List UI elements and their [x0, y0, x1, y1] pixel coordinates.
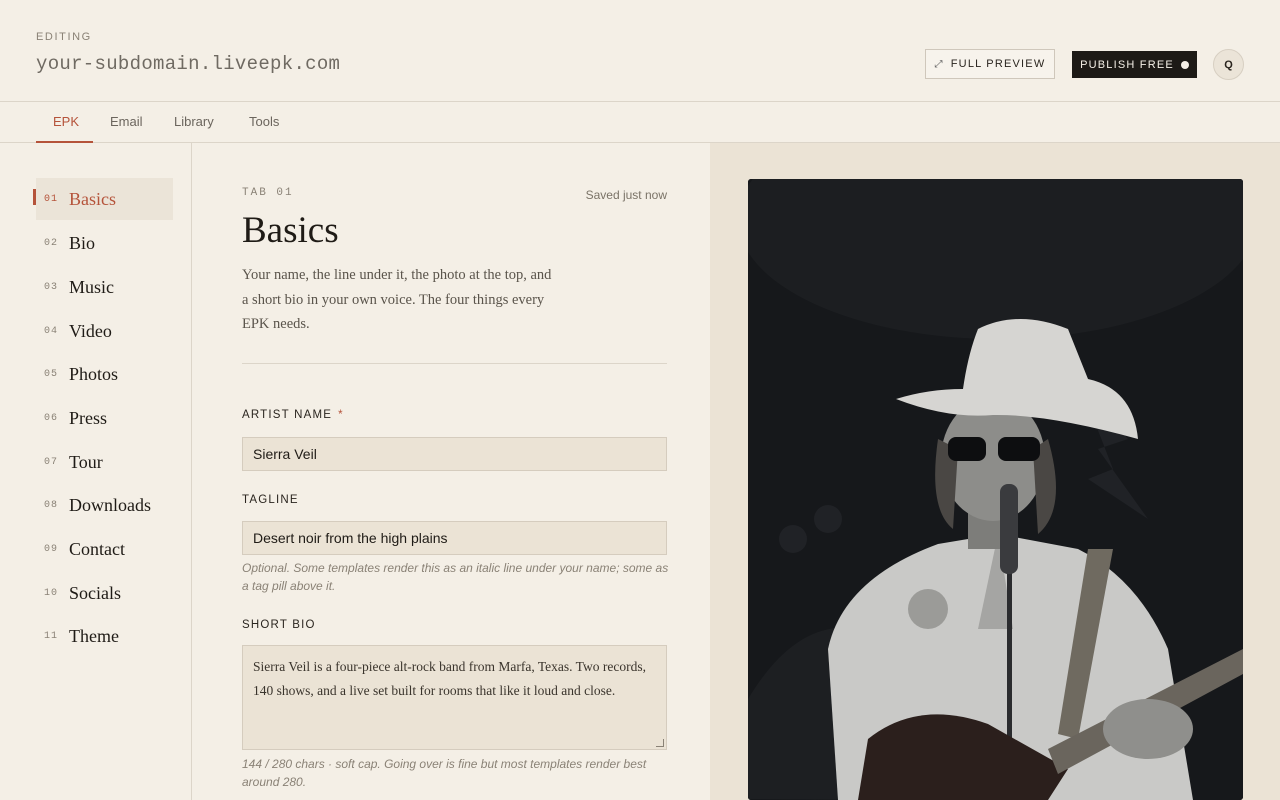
sidebar-item-label: Music — [69, 276, 114, 297]
artist-name-label-text: ARTIST NAME — [242, 409, 333, 421]
sidebar-item-tour[interactable]: 07 Tour — [36, 441, 173, 483]
sidebar-item-label: Tour — [69, 451, 103, 472]
sidebar-item-number: 05 — [44, 368, 59, 380]
sidebar-item-theme[interactable]: 11 Theme — [36, 615, 173, 657]
full-preview-label: FULL PREVIEW — [950, 58, 1046, 70]
expand-icon: ⤢ — [934, 58, 944, 70]
sidebar-item-video[interactable]: 04 Video — [36, 310, 173, 352]
sidebar-item-downloads[interactable]: 08 Downloads — [36, 484, 173, 526]
status-dot-icon — [1180, 60, 1189, 69]
sidebar-item-label: Video — [69, 320, 112, 341]
sidebar-item-number: 02 — [44, 237, 59, 249]
sidebar-item-label: Socials — [69, 582, 121, 603]
sidebar-item-number: 09 — [44, 543, 59, 555]
active-marker — [33, 189, 36, 205]
sidebar-item-basics[interactable]: 01 Basics — [33, 178, 173, 220]
top-header: EDITING your-subdomain.liveepk.com ⤢ FUL… — [0, 0, 1280, 102]
tab-email[interactable]: Email — [110, 114, 143, 129]
hero-photo — [748, 179, 1243, 800]
sidebar-item-label: Bio — [69, 232, 96, 253]
sidebar-item-number: 07 — [44, 456, 59, 468]
sidebar-item-contact[interactable]: 09 Contact — [36, 528, 173, 570]
sidebar-item-label: Theme — [69, 625, 119, 646]
short-bio-field[interactable]: Sierra Veil is a four-piece alt-rock ban… — [242, 645, 667, 750]
editing-label: EDITING — [36, 31, 92, 43]
tagline-help: Optional. Some templates render this as … — [242, 561, 669, 593]
tagline-field[interactable]: Desert noir from the high plains — [242, 521, 667, 555]
sidebar-item-label: Contact — [69, 538, 125, 559]
short-bio-label: SHORT BIO — [242, 619, 316, 631]
resize-handle-icon[interactable] — [656, 739, 664, 747]
publish-label: PUBLISH FREE — [1080, 58, 1174, 71]
sidebar-item-number: 04 — [44, 325, 59, 337]
sidebar-item-number: 06 — [44, 412, 59, 424]
sidebar-item-press[interactable]: 06 Press — [36, 397, 173, 439]
tab-code: TAB 01 — [242, 187, 294, 199]
sidebar-item-label: Press — [69, 407, 108, 428]
section-sidebar: 01 Basics 02 Bio 03 Music 04 Video 05 Ph… — [0, 143, 192, 800]
saved-status: Saved just now — [585, 188, 667, 202]
publish-button[interactable]: PUBLISH FREE — [1072, 51, 1197, 78]
page-intro: Your name, the line under it, the photo … — [242, 267, 552, 332]
sidebar-item-music[interactable]: 03 Music — [36, 266, 173, 308]
sidebar-item-label: Basics — [69, 188, 116, 209]
sidebar-item-number: 11 — [44, 630, 59, 642]
subdomain-text[interactable]: your-subdomain.liveepk.com — [36, 53, 340, 75]
sidebar-item-number: 08 — [44, 499, 59, 511]
preview-pane — [710, 143, 1280, 800]
short-bio-text: Sierra Veil is a four-piece alt-rock ban… — [253, 659, 646, 698]
page-title: Basics — [242, 210, 339, 251]
full-preview-button[interactable]: ⤢ FULL PREVIEW — [925, 49, 1055, 79]
sidebar-item-photos[interactable]: 05 Photos — [36, 353, 173, 395]
artist-name-label: ARTIST NAME * — [242, 409, 344, 421]
artist-name-field[interactable]: Sierra Veil — [242, 437, 667, 471]
sidebar-item-label: Photos — [69, 363, 119, 384]
performer-photo-illustration — [748, 179, 1243, 800]
sidebar-item-label: Downloads — [69, 494, 151, 515]
avatar[interactable]: Q — [1213, 49, 1244, 80]
tagline-label: TAGLINE — [242, 494, 299, 506]
tab-epk[interactable]: EPK — [53, 114, 79, 129]
tab-tools[interactable]: Tools — [249, 114, 279, 129]
divider — [242, 363, 667, 364]
sidebar-item-number: 03 — [44, 281, 59, 293]
basics-form: TAB 01 Saved just now Basics Your name, … — [192, 143, 710, 800]
sidebar-item-bio[interactable]: 02 Bio — [36, 222, 173, 264]
sidebar-item-socials[interactable]: 10 Socials — [36, 572, 173, 614]
top-tabs: EPK Email Library Tools — [0, 102, 1280, 143]
required-mark: * — [338, 409, 344, 421]
sidebar-item-number: 10 — [44, 587, 59, 599]
sidebar-item-number: 01 — [44, 193, 59, 205]
tab-library[interactable]: Library — [174, 114, 214, 129]
short-bio-help: 144 / 280 chars · soft cap. Going over i… — [242, 757, 647, 789]
